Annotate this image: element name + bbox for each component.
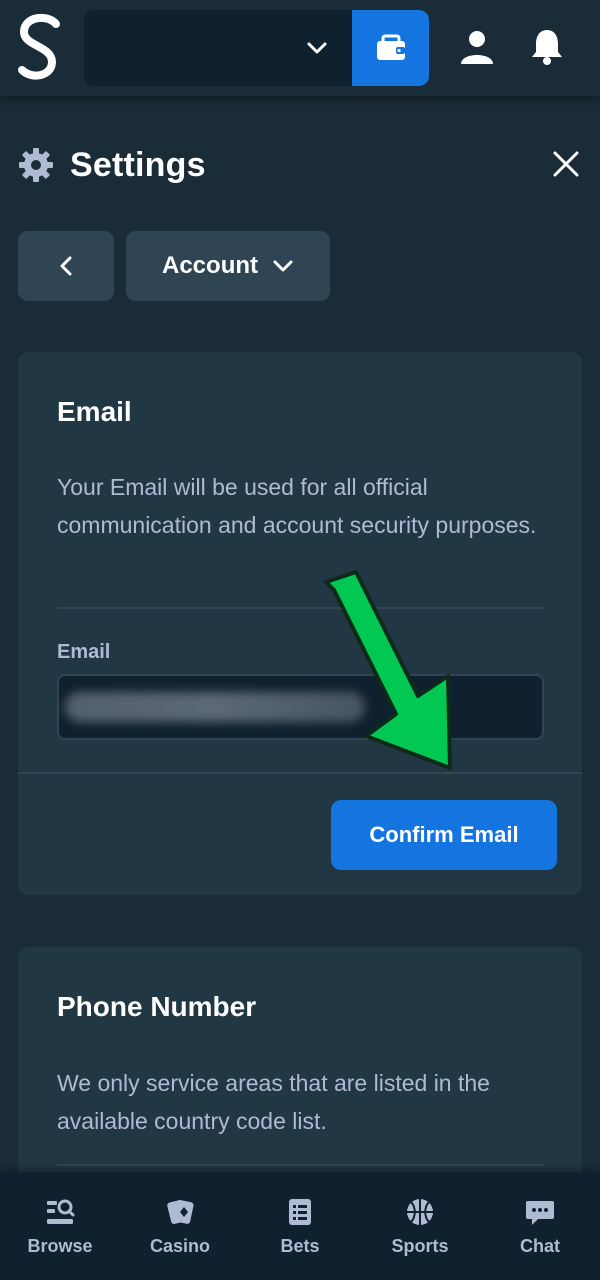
divider bbox=[57, 1164, 545, 1166]
confirm-email-button[interactable]: Confirm Email bbox=[331, 800, 557, 870]
bets-list-icon bbox=[289, 1198, 311, 1225]
basketball-icon bbox=[407, 1198, 433, 1225]
nav-label: Browse bbox=[27, 1235, 93, 1256]
chevron-down-icon bbox=[307, 42, 327, 54]
nav-label: Chat bbox=[520, 1235, 560, 1256]
gear-icon bbox=[19, 148, 53, 182]
email-card-description: Your Email will be used for all official… bbox=[57, 474, 537, 538]
close-icon[interactable] bbox=[552, 150, 580, 178]
bell-icon[interactable] bbox=[528, 26, 566, 66]
email-field-label: Email bbox=[57, 641, 111, 663]
top-bar bbox=[0, 0, 600, 96]
chevron-left-icon bbox=[60, 256, 72, 276]
nav-chat[interactable]: Chat bbox=[485, 1196, 595, 1257]
phone-card-description: We only service areas that are listed in… bbox=[57, 1070, 490, 1134]
wallet-icon bbox=[376, 34, 405, 60]
browse-icon bbox=[47, 1199, 75, 1224]
user-icon[interactable] bbox=[458, 28, 496, 66]
section-dropdown[interactable]: Account bbox=[126, 231, 330, 301]
chevron-down-icon bbox=[273, 260, 293, 272]
phone-card-title: Phone Number bbox=[57, 991, 257, 1022]
nav-sports[interactable]: Sports bbox=[365, 1196, 475, 1257]
cards-icon bbox=[167, 1199, 194, 1224]
settings-header: Settings bbox=[18, 140, 582, 190]
wallet-button[interactable] bbox=[352, 10, 429, 86]
chat-icon bbox=[526, 1200, 554, 1225]
nav-label: Bets bbox=[280, 1235, 320, 1256]
nav-bets[interactable]: Bets bbox=[245, 1196, 355, 1257]
nav-label: Sports bbox=[391, 1235, 449, 1256]
nav-browse[interactable]: Browse bbox=[5, 1196, 115, 1257]
bottom-nav: Browse Casino Bets Sports Chat bbox=[0, 1172, 600, 1280]
back-button[interactable] bbox=[18, 231, 114, 301]
page-title: Settings bbox=[70, 145, 206, 184]
stake-s-logo[interactable] bbox=[12, 12, 68, 84]
arrow-annotation-icon bbox=[324, 570, 452, 770]
nav-label: Casino bbox=[149, 1235, 210, 1256]
nav-casino[interactable]: Casino bbox=[125, 1196, 235, 1257]
balance-selector[interactable] bbox=[84, 10, 352, 86]
email-card-title: Email bbox=[57, 396, 132, 427]
section-dropdown-label: Account bbox=[162, 252, 258, 279]
